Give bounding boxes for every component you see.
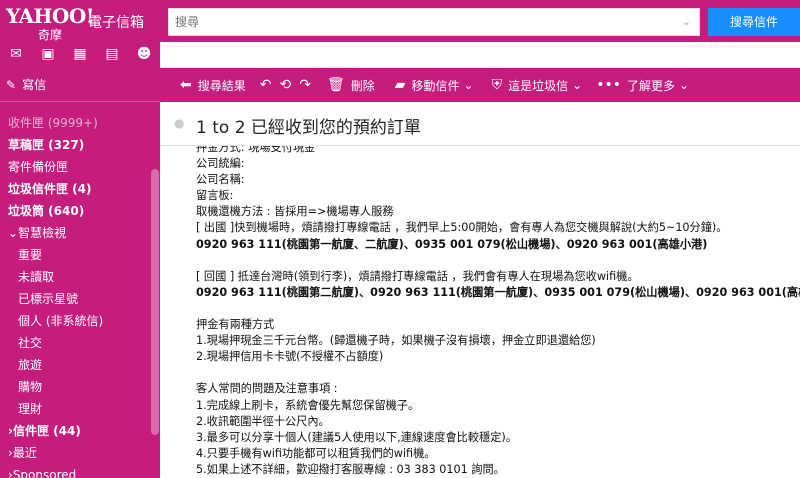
message-toolbar: ⬅ 搜尋結果 ↶ ⟲ ↷ 🗑 刪除 ▰ 移動信件 ⌄ ⛨ 這是垃圾信 ⌄ ••• 了解更多 ⌄ (160, 68, 800, 102)
sidebar-item-sent[interactable]: 寄件備份匣 (0, 156, 160, 178)
compose-button[interactable]: ✎ 寫信 (0, 68, 160, 102)
chevron-down-icon: ⌄ (572, 78, 583, 92)
sidebar-item-important[interactable]: 重要 (0, 244, 160, 266)
message-header: ● 1 to 2 已經收到您的預約訂單 (160, 102, 800, 146)
sidebar-item-finance[interactable]: 理財 (0, 398, 160, 420)
message-lines: 押金方式: 現場支付現金 公司統編: 公司名稱: 留言板: 取機還機方法 : 皆… (196, 146, 800, 478)
mail-title: 電子信箱 (88, 15, 144, 31)
body-line: 押金有兩種方式 (196, 318, 275, 332)
delete-label: 刪除 (350, 78, 375, 93)
body-line: 2.現場押信用卡卡號(不授權不占額度) (196, 350, 384, 364)
search-box: ⌄ (168, 8, 700, 36)
body-line: 5.如果上述不詳細，歡迎撥打客服專線 : 03 383 0101 詢問。 (196, 462, 505, 476)
logo-sub: 奇摩 (38, 28, 63, 42)
trash-icon: 🗑 (326, 77, 345, 93)
smart-views-label: 智慧檢視 (18, 226, 67, 240)
body-line: 3.最多可以分享十個人(建議5人使用以下,連線速度會比較穩定)。 (196, 430, 517, 444)
back-label: 搜尋結果 (197, 78, 246, 93)
body-line: 2.收訊範圍半徑十公尺內。 (196, 414, 330, 428)
sidebar-item-recent[interactable]: ›最近 (0, 442, 160, 464)
sidebar-item-spam[interactable]: 垃圾信件匣 (4) (0, 178, 160, 200)
messenger-icon[interactable]: ☻ (128, 42, 160, 68)
app-icon-bar: ✉ ▣ ▦ ▤ ☻ (0, 42, 160, 68)
more-icon: ••• (596, 77, 621, 93)
body-line (196, 253, 800, 269)
calendar-icon[interactable]: ▦ (64, 42, 96, 68)
body-line: 公司統編: (196, 157, 245, 171)
chevron-down-icon: ⌄ (8, 226, 19, 240)
mail-icon[interactable]: ✉ (0, 42, 32, 68)
back-to-results-button[interactable]: ⬅ 搜尋結果 (180, 68, 246, 102)
reply-button[interactable]: ↶ (260, 68, 278, 102)
chevron-down-icon[interactable]: ⌄ (682, 15, 691, 28)
notepad-icon[interactable]: ▤ (96, 42, 128, 68)
body-line: [ 回國 ] 抵達台灣時(領到行李)，煩請撥打專線電話 ，我們會有專人在現場為您… (196, 269, 639, 283)
sidebar-item-travel[interactable]: 旅遊 (0, 354, 160, 376)
more-button[interactable]: ••• 了解更多 ⌄ (596, 68, 689, 102)
sidebar-item-personal[interactable]: 個人 (非系統信) (0, 310, 160, 332)
forward-button[interactable]: ↷ (299, 68, 317, 102)
sidebar-item-inbox[interactable]: 收件匣 (9999+) (0, 112, 160, 134)
chevron-down-icon: ⌄ (678, 78, 690, 92)
body-line (196, 301, 800, 317)
body-line: 留言板: (196, 189, 234, 203)
body-line: 0920 963 111(桃園第一航廈、二航廈)、0935 001 079(松山… (196, 237, 708, 251)
sidebar-item-folders[interactable]: ›信件匣 (44) (0, 420, 160, 442)
recent-label: 最近 (12, 446, 37, 460)
reply-all-button[interactable]: ⟲ (279, 68, 297, 102)
sidebar-item-smart-views[interactable]: ⌄智慧檢視 (0, 222, 160, 244)
body-line: 公司名稱: (196, 173, 245, 187)
move-label: 移動信件 (411, 78, 460, 93)
sidebar: ✎ 寫信 收件匣 (9999+) 草稿匣 (327) 寄件備份匣 垃圾信件匣 (4… (0, 68, 160, 478)
body-line: 1.現場押現金三千元台幣。(歸還機子時，如果機子沒有損壞，押金立即退還給您) (196, 334, 596, 348)
unread-dot-icon[interactable]: ● (174, 116, 184, 130)
sidebar-item-unread[interactable]: 未讀取 (0, 266, 160, 288)
sidebar-scrollbar[interactable] (151, 169, 159, 435)
forward-icon: ↷ (299, 77, 311, 93)
search-mail-button[interactable]: 搜尋信件 (708, 8, 800, 36)
sidebar-item-trash[interactable]: 垃圾筒 (640) (0, 200, 160, 222)
top-header: YAHOO! 奇摩 電子信箱 ⌄ 搜尋信件 (0, 0, 800, 42)
spam-label: 這是垃圾信 (508, 78, 569, 93)
folder-icon: ▰ (394, 77, 406, 93)
logo-brand: YAHOO! (6, 4, 95, 28)
body-line (196, 365, 800, 381)
pencil-icon: ✎ (6, 78, 17, 92)
compose-label: 寫信 (22, 78, 47, 92)
sidebar-item-social[interactable]: 社交 (0, 332, 160, 354)
reply-icon: ↶ (259, 77, 272, 93)
folder-list: 收件匣 (9999+) 草稿匣 (327) 寄件備份匣 垃圾信件匣 (4) 垃圾… (0, 102, 160, 478)
arrow-left-icon: ⬅ (180, 77, 192, 93)
search-input[interactable] (169, 9, 659, 35)
message-body: 押金方式: 現場支付現金 公司統編: 公司名稱: 留言板: 取機還機方法 : 皆… (160, 146, 800, 478)
body-line: 1.完成線上刷卡，系統會優先幫您保留機子。 (196, 398, 420, 412)
sidebar-item-starred[interactable]: 已標示星號 (0, 288, 160, 310)
contacts-icon[interactable]: ▣ (32, 42, 64, 68)
folders-label: 信件匣 (44) (12, 424, 81, 438)
body-line: 押金方式: 現場支付現金 (196, 146, 316, 154)
sidebar-item-sponsored[interactable]: ›Sponsored (0, 464, 160, 478)
reply-all-icon: ⟲ (279, 77, 292, 93)
body-line: 0920 963 111(桃園第二航廈)、0920 963 111(桃園第一航廈… (196, 285, 800, 299)
move-button[interactable]: ▰ 移動信件 ⌄ (395, 68, 474, 102)
body-line: 取機還機方法 : 皆採用=>機場專人服務 (196, 205, 394, 219)
sponsored-label: Sponsored (12, 468, 77, 478)
more-label: 了解更多 (626, 78, 675, 93)
delete-button[interactable]: 🗑 刪除 (327, 68, 375, 102)
yahoo-logo[interactable]: YAHOO! 奇摩 (6, 4, 95, 42)
body-line: 客人常問的問題及注意事項 : (196, 382, 338, 396)
body-line: [ 出國 ]快到機場時，煩請撥打專線電話 ，我們早上5:00開始，會有專人為您交… (196, 221, 728, 235)
shield-icon: ⛨ (491, 77, 503, 93)
sidebar-item-drafts[interactable]: 草稿匣 (327) (0, 134, 160, 156)
chevron-down-icon: ⌄ (463, 78, 474, 92)
message-subject: 1 to 2 已經收到您的預約訂單 (196, 118, 421, 138)
spam-button[interactable]: ⛨ 這是垃圾信 ⌄ (492, 68, 583, 102)
body-line: 4.只要手機有wifi功能都可以租賃我們的wifi機。 (196, 446, 436, 460)
sidebar-item-shopping[interactable]: 購物 (0, 376, 160, 398)
